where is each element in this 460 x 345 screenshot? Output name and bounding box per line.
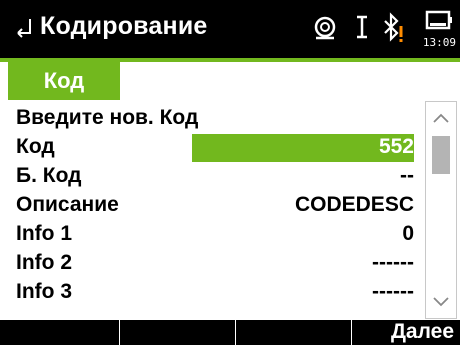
field-label: Код — [16, 135, 55, 158]
field-value: -- — [400, 164, 414, 187]
softkey-f1[interactable] — [0, 320, 118, 345]
page-title: Кодирование — [40, 12, 208, 40]
bluetooth-warning-icon[interactable] — [382, 12, 408, 44]
field-label: Б. Код — [16, 164, 82, 187]
prompt-label: Введите нов. Код — [16, 106, 199, 129]
battery-icon — [425, 10, 452, 30]
field-label: Info 2 — [16, 251, 72, 274]
field-info-3[interactable]: Info 3 ------ — [0, 279, 420, 308]
softkey-f2[interactable] — [120, 320, 234, 345]
field-description[interactable]: Описание CODEDESC — [0, 192, 420, 221]
tab-code[interactable]: Код — [8, 62, 120, 100]
clock-time: 13:09 — [422, 36, 456, 49]
scrollbar[interactable] — [425, 101, 457, 319]
softkey-bar: Далее — [0, 320, 460, 345]
text-cursor-icon[interactable] — [355, 15, 369, 41]
field-value: CODEDESC — [294, 193, 414, 216]
title-bar: Кодирование 13:09 — [0, 0, 460, 58]
scroll-down-icon[interactable] — [426, 286, 456, 318]
prism-target-icon[interactable] — [312, 14, 338, 40]
field-label: Info 1 — [16, 222, 72, 245]
field-info-1[interactable]: Info 1 0 — [0, 221, 420, 250]
field-code[interactable]: Код 552 — [0, 134, 420, 163]
field-base-code[interactable]: Б. Код -- — [0, 163, 420, 192]
code-input[interactable]: 552 — [192, 134, 414, 162]
scroll-up-icon[interactable] — [426, 102, 456, 134]
field-info-2[interactable]: Info 2 ------ — [0, 250, 420, 279]
scroll-thumb[interactable] — [432, 136, 450, 174]
field-value: ------ — [372, 280, 414, 303]
field-label: Info 3 — [16, 280, 72, 303]
field-label: Описание — [16, 193, 119, 216]
prompt-row: Введите нов. Код — [0, 105, 420, 134]
softkey-next[interactable]: Далее — [352, 320, 454, 345]
softkey-f3[interactable] — [236, 320, 350, 345]
field-value: ------ — [372, 251, 414, 274]
back-arrow-icon[interactable] — [14, 15, 36, 39]
field-list: Введите нов. Код Код 552 Б. Код -- Описа… — [0, 100, 460, 320]
code-value: 552 — [378, 135, 414, 158]
field-value: 0 — [402, 222, 414, 245]
